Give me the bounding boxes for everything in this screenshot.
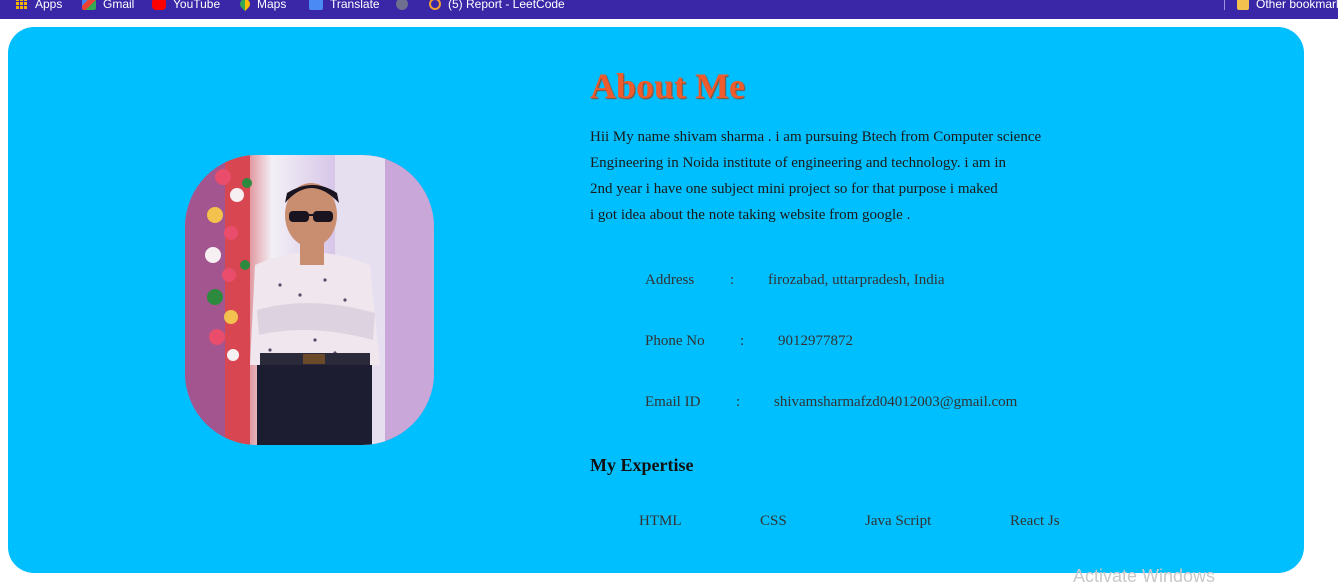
bio-line: Hii My name shivam sharma . i am pursuin… xyxy=(590,129,1042,145)
bookmarks-bar: Apps Gmail YouTube Maps Translate (5) Re… xyxy=(0,0,1338,19)
info-separator: : xyxy=(736,394,741,410)
bookmark-label: Other bookmarks xyxy=(1256,0,1338,11)
profile-photo xyxy=(185,155,434,445)
bookmark-youtube[interactable]: YouTube xyxy=(152,0,220,13)
info-label: Email ID xyxy=(645,394,701,410)
folder-icon xyxy=(1237,0,1249,10)
bookmark-other[interactable]: Other bookmarks xyxy=(1237,0,1338,13)
apps-grid-icon xyxy=(16,0,27,9)
activate-windows-watermark: Activate Windows xyxy=(1073,566,1216,586)
info-label: Phone No xyxy=(645,333,705,349)
gmail-icon xyxy=(82,0,96,10)
bookmark-leetcode[interactable]: (5) Report - LeetCode xyxy=(429,0,565,13)
about-card: About Me Hii My name shivam sharma . i a… xyxy=(8,27,1304,573)
bookmark-apps[interactable]: Apps xyxy=(16,0,62,13)
bookmark-label: Maps xyxy=(257,0,287,11)
bio-line: 2nd year i have one subject mini project… xyxy=(590,181,998,197)
bio-paragraph: Hii My name shivam sharma . i am pursuin… xyxy=(590,124,1060,228)
bio-line: i got idea about the note taking website… xyxy=(590,207,911,223)
info-separator: : xyxy=(730,272,735,288)
translate-icon xyxy=(309,0,323,10)
bookmark-maps[interactable]: Maps xyxy=(237,0,287,13)
bookmark-label: Apps xyxy=(35,0,63,11)
info-value: firozabad, uttarpradesh, India xyxy=(768,272,945,288)
skill-reactjs: React Js xyxy=(1010,513,1060,529)
globe-icon xyxy=(396,0,408,10)
page-title: About Me xyxy=(590,66,745,106)
expertise-heading: My Expertise xyxy=(590,455,694,475)
bookmark-label: Gmail xyxy=(103,0,135,11)
youtube-icon xyxy=(152,0,166,10)
bookmark-gmail[interactable]: Gmail xyxy=(82,0,134,13)
skill-javascript: Java Script xyxy=(865,513,932,529)
info-separator: : xyxy=(740,333,745,349)
info-value: shivamsharmafzd04012003@gmail.com xyxy=(774,394,1018,410)
bookmark-label: Translate xyxy=(330,0,380,11)
bookmark-label: YouTube xyxy=(173,0,221,11)
skill-html: HTML xyxy=(639,513,682,529)
info-label: Address xyxy=(645,272,695,288)
info-value: 9012977872 xyxy=(778,333,853,349)
bookmark-label: (5) Report - LeetCode xyxy=(448,0,565,11)
bookmark-globe[interactable] xyxy=(396,0,415,13)
maps-pin-icon xyxy=(237,0,253,11)
bookmarks-divider xyxy=(1224,0,1225,10)
bio-line: Engineering in Noida institute of engine… xyxy=(590,155,1007,171)
leetcode-icon xyxy=(429,0,441,10)
skill-css: CSS xyxy=(760,513,787,529)
bookmark-translate[interactable]: Translate xyxy=(309,0,380,13)
